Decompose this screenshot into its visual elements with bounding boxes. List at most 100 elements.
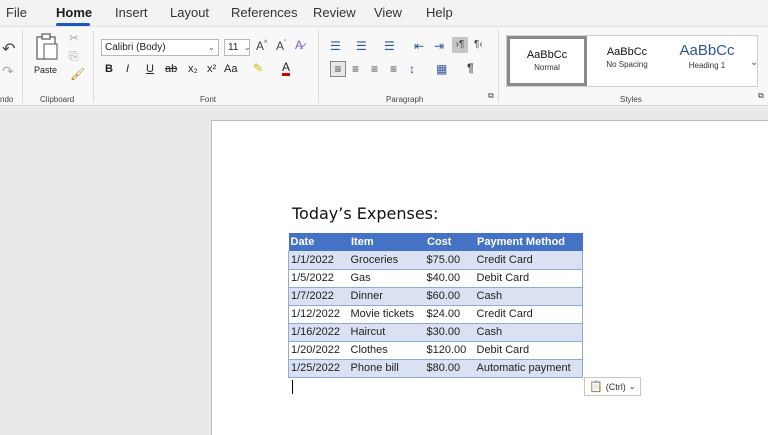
menu-help[interactable]: Help bbox=[426, 5, 453, 20]
font-group-label: Font bbox=[200, 95, 217, 104]
ltr-icon[interactable]: ›¶ bbox=[452, 37, 468, 53]
header-date: Date bbox=[288, 233, 349, 251]
paste-button[interactable]: Paste bbox=[32, 31, 62, 81]
cell-date[interactable]: 1/7/2022 bbox=[288, 287, 349, 306]
cell-item[interactable]: Clothes bbox=[348, 341, 425, 360]
bullets-icon[interactable]: ☰ bbox=[330, 39, 341, 53]
style-normal[interactable]: AaBbCc Normal bbox=[507, 36, 587, 86]
highlight-icon[interactable]: ✎ bbox=[253, 61, 263, 75]
format-painter-icon[interactable]: 🖌 bbox=[70, 67, 85, 81]
justify-icon[interactable]: ≡ bbox=[390, 62, 397, 76]
cell-payment-method[interactable]: Cash bbox=[474, 323, 583, 342]
menu-references[interactable]: References bbox=[231, 5, 297, 20]
cell-item[interactable]: Groceries bbox=[348, 251, 425, 270]
cell-cost[interactable]: $120.00 bbox=[424, 341, 475, 360]
font-name-value: Calibri (Body) bbox=[105, 42, 166, 53]
cell-date[interactable]: 1/25/2022 bbox=[288, 359, 349, 378]
cell-date[interactable]: 1/1/2022 bbox=[288, 251, 349, 270]
cell-item[interactable]: Phone bill bbox=[348, 359, 425, 378]
table-header-row: Date Item Cost Payment Method bbox=[288, 233, 583, 251]
menu-file[interactable]: File bbox=[6, 5, 27, 20]
chevron-down-icon[interactable]: ⌄ bbox=[208, 43, 215, 52]
change-case-button[interactable]: Aa bbox=[224, 63, 237, 75]
cell-payment-method[interactable]: Debit Card bbox=[474, 341, 583, 360]
dialog-launcher-icon[interactable]: ⧉ bbox=[758, 91, 764, 101]
cell-item[interactable]: Dinner bbox=[348, 287, 425, 306]
copy-icon[interactable]: ⎘ bbox=[69, 49, 79, 64]
cut-icon[interactable]: ✂ bbox=[69, 31, 79, 45]
redo-icon[interactable]: ↷ bbox=[2, 63, 14, 80]
style-no-spacing[interactable]: AaBbCc No Spacing bbox=[587, 36, 667, 86]
align-center-icon[interactable]: ≡ bbox=[352, 62, 359, 76]
multilevel-list-icon[interactable]: ☰ bbox=[384, 39, 395, 53]
menu-review[interactable]: Review bbox=[313, 5, 356, 20]
menu-bar: File Home Insert Layout References Revie… bbox=[0, 0, 768, 26]
superscript-button[interactable]: x² bbox=[207, 63, 216, 75]
text-cursor bbox=[292, 380, 293, 394]
table-row: 1/7/2022 Dinner $60.00 Cash bbox=[288, 287, 583, 306]
underline-button[interactable]: U bbox=[146, 63, 154, 75]
chevron-down-icon[interactable]: ⌄ bbox=[244, 43, 251, 52]
font-name-box[interactable]: Calibri (Body) bbox=[101, 39, 219, 56]
cell-cost[interactable]: $40.00 bbox=[424, 269, 475, 288]
rtl-icon[interactable]: ¶‹ bbox=[474, 39, 483, 50]
cell-date[interactable]: 1/12/2022 bbox=[288, 305, 349, 324]
styles-more-icon[interactable]: ⌄ bbox=[750, 57, 758, 68]
cell-payment-method[interactable]: Automatic payment bbox=[474, 359, 583, 378]
bold-button[interactable]: B bbox=[105, 63, 113, 75]
font-color-icon[interactable]: A bbox=[282, 61, 291, 76]
menu-home[interactable]: Home bbox=[56, 5, 92, 20]
undo-icon[interactable]: ↶ bbox=[2, 39, 15, 59]
numbering-icon[interactable]: ☰ bbox=[356, 39, 367, 53]
style-heading-1[interactable]: AaBbCc Heading 1 bbox=[667, 36, 747, 86]
cell-cost[interactable]: $30.00 bbox=[424, 323, 475, 342]
expenses-table[interactable]: Date Item Cost Payment Method 1/1/2022 G… bbox=[288, 233, 583, 378]
line-spacing-icon[interactable]: ↕ bbox=[409, 62, 415, 76]
cell-payment-method[interactable]: Debit Card bbox=[474, 269, 583, 288]
paste-options-label: (Ctrl) bbox=[605, 381, 626, 392]
divider bbox=[22, 31, 23, 103]
strikethrough-button[interactable]: ab bbox=[165, 63, 177, 75]
style-sample: AaBbCc bbox=[679, 42, 735, 59]
chevron-down-icon: ⌄ bbox=[628, 382, 636, 391]
decrease-indent-icon[interactable]: ⇤ bbox=[414, 39, 424, 53]
cell-item[interactable]: Haircut bbox=[348, 323, 425, 342]
italic-button[interactable]: I bbox=[126, 63, 129, 75]
styles-gallery: AaBbCc Normal AaBbCc No Spacing AaBbCc H… bbox=[506, 35, 758, 87]
cell-date[interactable]: 1/5/2022 bbox=[288, 269, 349, 288]
style-sample: AaBbCc bbox=[526, 49, 568, 61]
dialog-launcher-icon[interactable]: ⧉ bbox=[488, 91, 494, 101]
menu-layout[interactable]: Layout bbox=[170, 5, 209, 20]
cell-payment-method[interactable]: Cash bbox=[474, 287, 583, 306]
cell-cost[interactable]: $24.00 bbox=[424, 305, 475, 324]
header-payment-method: Payment Method bbox=[474, 233, 583, 251]
align-right-icon[interactable]: ≡ bbox=[371, 62, 378, 76]
align-left-icon[interactable]: ≡ bbox=[330, 61, 346, 77]
document-title: Today’s Expenses: bbox=[292, 204, 439, 223]
cell-date[interactable]: 1/16/2022 bbox=[288, 323, 349, 342]
clipboard-icon: 📋 bbox=[589, 381, 603, 393]
style-name: No Spacing bbox=[606, 60, 648, 69]
cell-cost[interactable]: $80.00 bbox=[424, 359, 475, 378]
cell-item[interactable]: Gas bbox=[348, 269, 425, 288]
ribbon: ↶ ↷ ndo Paste ✂ ⎘ 🖌 Clipboard Calibri (B… bbox=[0, 26, 768, 106]
shrink-font-icon[interactable]: Aˇ bbox=[276, 39, 286, 53]
paste-options-button[interactable]: 📋 (Ctrl) ⌄ bbox=[584, 377, 641, 396]
menu-insert[interactable]: Insert bbox=[115, 5, 148, 20]
cell-payment-method[interactable]: Credit Card bbox=[474, 305, 583, 324]
cell-date[interactable]: 1/20/2022 bbox=[288, 341, 349, 360]
subscript-button[interactable]: x₂ bbox=[188, 63, 198, 75]
menu-view[interactable]: View bbox=[374, 5, 402, 20]
shading-icon[interactable]: ▦ bbox=[436, 62, 447, 76]
table-row: 1/12/2022 Movie tickets $24.00 Credit Ca… bbox=[288, 305, 583, 324]
grow-font-icon[interactable]: A^ bbox=[256, 39, 267, 53]
cell-cost[interactable]: $60.00 bbox=[424, 287, 475, 306]
show-formatting-marks[interactable]: ¶ bbox=[467, 61, 474, 75]
cell-cost[interactable]: $75.00 bbox=[424, 251, 475, 270]
cell-item[interactable]: Movie tickets bbox=[348, 305, 425, 324]
clear-formatting-icon[interactable]: A̷ bbox=[295, 38, 303, 52]
increase-indent-icon[interactable]: ⇥ bbox=[434, 39, 444, 53]
cell-payment-method[interactable]: Credit Card bbox=[474, 251, 583, 270]
paragraph-group-label: Paragraph bbox=[386, 95, 424, 104]
styles-group-label: Styles bbox=[620, 95, 642, 104]
